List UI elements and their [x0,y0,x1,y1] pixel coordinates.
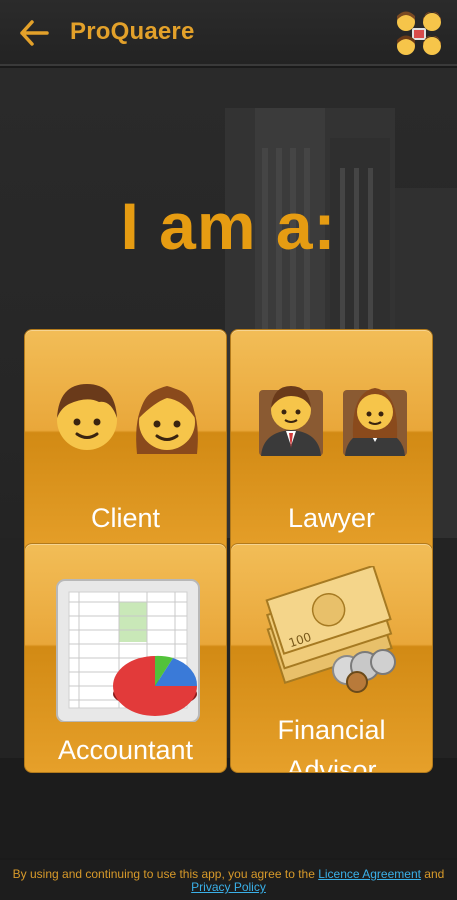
financial-label-line1: Financial [277,715,386,745]
licence-agreement-link[interactable]: Licence Agreement [318,867,421,881]
page-heading: I am a: [120,189,337,263]
footer-and-text: and [420,867,445,881]
money-coins-icon: 100 [265,566,396,693]
footer-text: By using and continuing to use this app,… [12,867,319,881]
business-people-icon [259,386,407,456]
lawyer-tile[interactable]: Lawyer [230,329,433,559]
client-label: Client [90,503,161,533]
financial-advisor-tile[interactable]: 100 Financial Advisor [230,543,433,773]
privacy-policy-link[interactable]: Privacy Policy [191,880,266,894]
advisor-label-line2: Advisor [286,755,377,773]
accountant-label: Accountant [57,735,194,765]
man-woman-icon [57,384,198,454]
role-grid: Client Lawyer Accountant 100 Financial A… [24,329,434,797]
lawyer-label: Lawyer [287,503,376,533]
legal-footer: By using and continuing to use this app,… [0,860,457,900]
client-tile[interactable]: Client [24,329,227,559]
people-group-icon[interactable] [392,8,446,60]
arrow-left-icon[interactable] [18,19,50,47]
accountant-tile[interactable]: Accountant [24,543,227,773]
app-title: ProQuaere [70,18,195,45]
app-bar: ProQuaere [0,0,457,66]
spreadsheet-pie-chart-icon [56,579,200,722]
